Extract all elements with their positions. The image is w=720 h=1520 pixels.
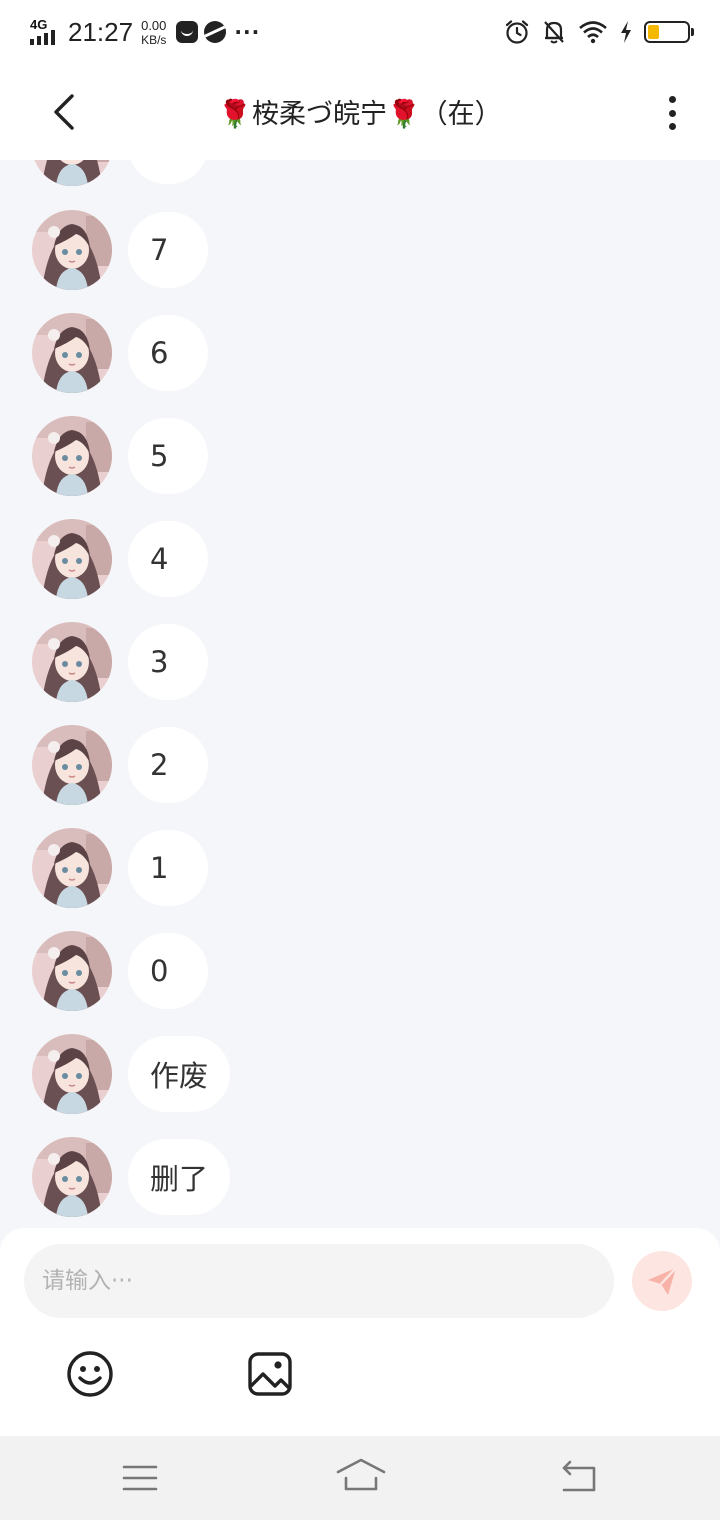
message-item: 6: [32, 313, 208, 393]
menu-icon: [122, 1465, 158, 1491]
contact-avatar[interactable]: [32, 313, 112, 393]
image-icon: [248, 1352, 292, 1396]
contact-avatar[interactable]: [32, 1034, 112, 1114]
message-composer: [0, 1228, 720, 1436]
chat-title: 🌹桉柔づ皖宁🌹（在）: [218, 99, 502, 130]
message-bubble[interactable]: 删了: [128, 1139, 231, 1215]
message-bubble[interactable]: 6: [128, 315, 208, 391]
home-icon: [336, 1458, 386, 1491]
message-item: 2: [32, 725, 208, 805]
more-options-button[interactable]: [652, 92, 692, 134]
message-input[interactable]: [42, 1268, 614, 1294]
network-type: 4G: [30, 17, 48, 32]
message-item: 作废: [32, 1034, 231, 1114]
message-item: 4: [32, 519, 208, 599]
alarm-icon: [505, 20, 529, 44]
message-bubble[interactable]: 1: [128, 830, 208, 906]
contact-avatar[interactable]: [32, 1137, 112, 1217]
message-input-container[interactable]: [24, 1244, 614, 1318]
contact-avatar[interactable]: [32, 725, 112, 805]
chevron-left-icon: [54, 94, 74, 130]
wifi-icon: [579, 21, 607, 44]
back-button[interactable]: [44, 90, 88, 134]
send-icon: [648, 1267, 677, 1295]
contact-avatar[interactable]: [32, 519, 112, 599]
message-item: 删了: [32, 1137, 231, 1217]
recent-apps-button[interactable]: [120, 1458, 160, 1498]
message-bubble[interactable]: 作废: [128, 1036, 231, 1112]
contact-avatar[interactable]: [32, 828, 112, 908]
message-item: 0: [32, 931, 208, 1011]
message-bubble[interactable]: [128, 160, 208, 184]
emoji-button[interactable]: [64, 1348, 116, 1400]
status-bar: 4G 21:27 0.00 KB/s ···: [0, 0, 720, 64]
notifications-off-icon: [544, 21, 564, 44]
speed-value: 0.00: [141, 17, 167, 33]
message-item: 5: [32, 416, 208, 496]
message-list[interactable]: 7 6 5 4 3 2 1 0 作废 删了: [0, 160, 720, 1228]
message-bubble[interactable]: 3: [128, 624, 208, 700]
notification-app-icon: [176, 21, 199, 43]
status-left: 4G 21:27 0.00 KB/s ···: [30, 14, 260, 50]
message-bubble[interactable]: 5: [128, 418, 208, 494]
message-item: 3: [32, 622, 208, 702]
dot: [668, 96, 676, 103]
back-nav-button[interactable]: [556, 1458, 600, 1498]
chat-header: 🌹桉柔づ皖宁🌹（在）: [0, 64, 720, 160]
contact-avatar[interactable]: [32, 622, 112, 702]
message-item: 7: [32, 210, 208, 290]
send-button[interactable]: [632, 1251, 692, 1311]
speed-unit: KB/s: [141, 32, 167, 47]
message-bubble[interactable]: 0: [128, 933, 208, 1009]
battery-level: [648, 25, 659, 39]
home-button[interactable]: [334, 1454, 388, 1498]
message-bubble[interactable]: 4: [128, 521, 208, 597]
battery-icon: [644, 21, 694, 43]
contact-avatar[interactable]: [32, 931, 112, 1011]
image-button[interactable]: [246, 1350, 294, 1398]
dot: [668, 123, 676, 130]
message-bubble[interactable]: 2: [128, 727, 208, 803]
notification-planet-icon: [204, 21, 227, 43]
charging-icon: [621, 21, 631, 43]
dot: [668, 109, 676, 117]
network-speed: 0.00 KB/s: [141, 18, 166, 47]
return-icon: [562, 1460, 596, 1492]
status-right: [504, 16, 694, 48]
contact-avatar[interactable]: [32, 210, 112, 290]
system-navigation-bar: [0, 1436, 720, 1520]
clock: 21:27: [68, 16, 134, 47]
message-bubble[interactable]: 7: [128, 212, 208, 288]
message-item: [32, 160, 208, 186]
contact-avatar[interactable]: [32, 416, 112, 496]
smiley-icon: [67, 1351, 113, 1397]
more-notifications-icon: ···: [234, 20, 261, 44]
contact-avatar[interactable]: [32, 160, 112, 186]
message-item: 1: [32, 828, 208, 908]
cellular-signal-icon: 4G: [30, 17, 60, 47]
